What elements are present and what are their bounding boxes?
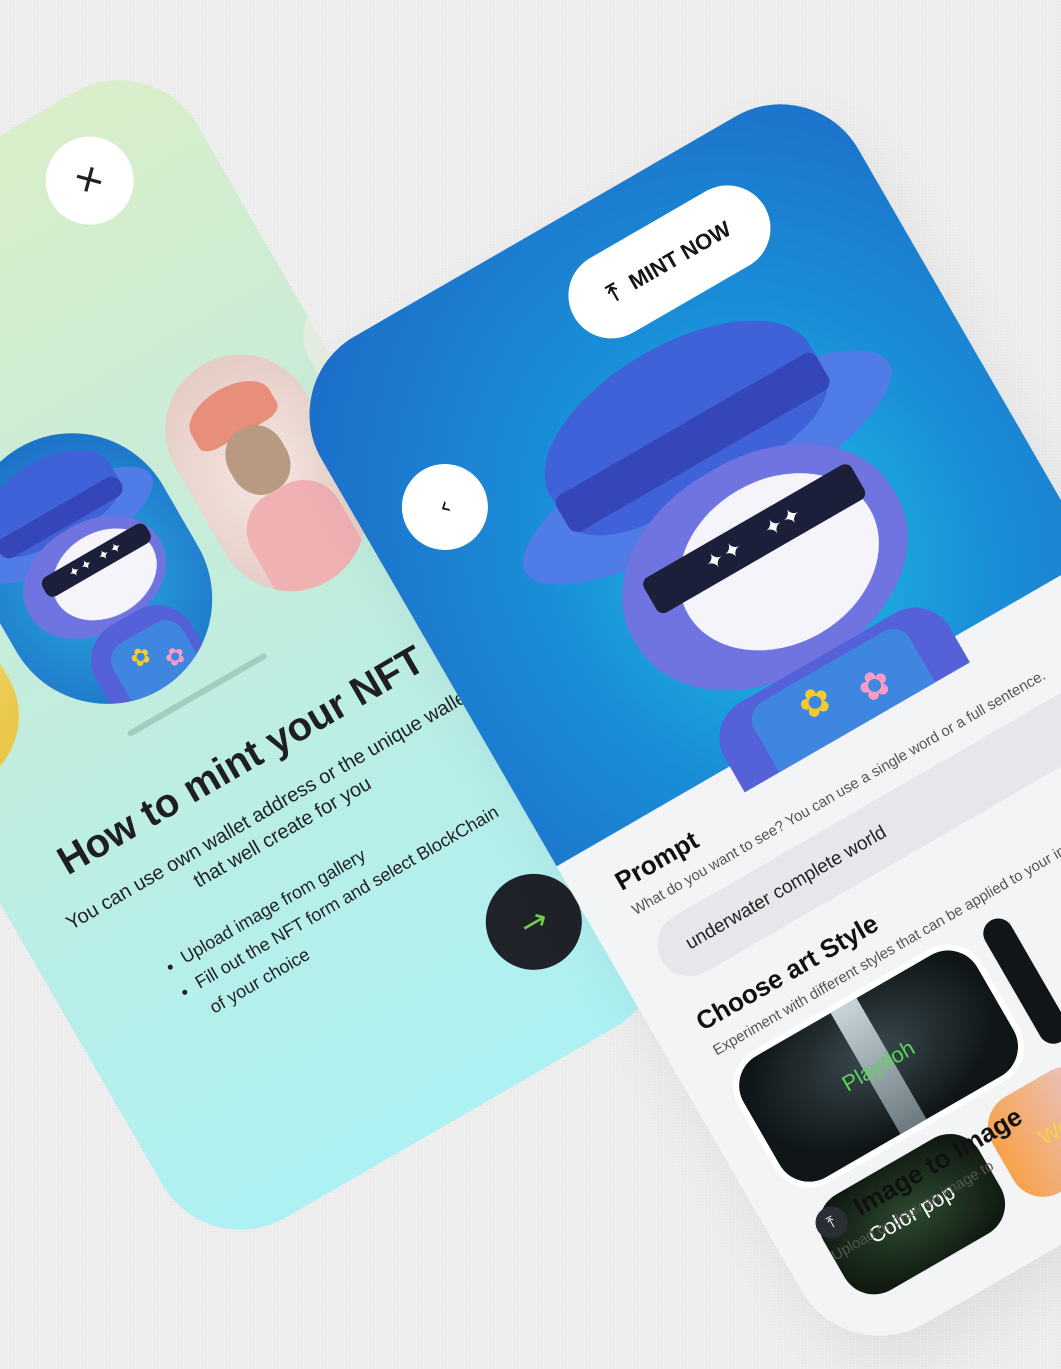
arrow-right-icon: → <box>512 898 555 945</box>
close-icon: ✕ <box>67 156 113 206</box>
close-button[interactable]: ✕ <box>29 120 150 241</box>
upload-icon: ⤒ <box>602 279 626 308</box>
chevron-left-icon: ‹ <box>432 491 457 523</box>
